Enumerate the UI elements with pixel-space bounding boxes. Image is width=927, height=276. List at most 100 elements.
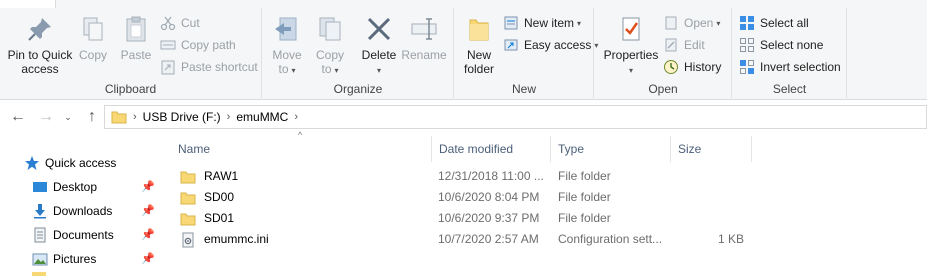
copy-path-label: Copy path — [181, 38, 236, 52]
rename-label: Rename — [401, 48, 447, 62]
copy-label: Copy — [78, 48, 107, 62]
column-header-name[interactable]: Name — [172, 136, 432, 162]
open-label: Open — [684, 16, 714, 30]
select-all-label: Select all — [760, 16, 809, 30]
file-name: emummc.ini — [204, 232, 269, 246]
up-arrow-icon[interactable]: ↑ — [82, 106, 102, 128]
star-icon — [25, 156, 39, 170]
select-all-icon — [740, 16, 754, 30]
breadcrumb-usb-drive[interactable]: USB Drive (F:) — [143, 110, 221, 124]
copy-button[interactable]: Copy — [76, 14, 110, 62]
invert-selection-button[interactable]: Invert selection — [739, 57, 841, 77]
move-to-button[interactable]: Move to ▾ — [269, 14, 305, 78]
delete-button[interactable]: Delete ▾ — [359, 14, 399, 78]
easy-access-icon — [504, 39, 518, 51]
open-icon — [665, 16, 677, 30]
pin-icon[interactable]: 📌 — [141, 228, 155, 241]
select-all-button[interactable]: Select all — [739, 13, 809, 33]
move-to-label: Move — [272, 48, 302, 62]
delete-caret-icon: ▾ — [376, 66, 381, 75]
breadcrumb-separator-icon: › — [294, 111, 299, 123]
recent-locations-chevron-icon[interactable]: ⌄ — [58, 106, 78, 128]
back-arrow-icon[interactable]: ← — [8, 106, 28, 128]
nav-item-label: Pictures — [53, 252, 97, 266]
breadcrumb-emummc[interactable]: emuMMC — [236, 110, 288, 124]
file-type: File folder — [558, 190, 611, 204]
copy-path-button[interactable]: Copy path — [160, 35, 236, 55]
pin-to-quick-access-button[interactable]: Pin to Quick access — [6, 14, 74, 76]
pin-label-line2: access — [21, 62, 59, 76]
breadcrumb-separator-icon: › — [133, 111, 137, 123]
copy-to-label-2: to — [321, 62, 332, 76]
pin-icon[interactable]: 📌 — [141, 252, 155, 265]
pin-icon[interactable]: 📌 — [141, 180, 155, 193]
file-row-sd00[interactable]: SD00 10/6/2020 8:04 PM File folder — [172, 187, 752, 208]
copy-to-button[interactable]: Copy to ▾ — [312, 14, 348, 78]
clipboard-icon — [126, 16, 146, 42]
new-item-caret-icon: ▾ — [577, 18, 582, 28]
file-size — [678, 187, 744, 208]
file-date: 12/31/2018 11:00 ... — [438, 169, 544, 183]
organize-group: Move to ▾ Copy to ▾ Delete ▾ Rename Orga… — [263, 8, 454, 98]
nav-item-documents[interactable]: Documents — [32, 224, 114, 246]
file-size: 1 KB — [717, 232, 744, 246]
file-type: File folder — [558, 169, 611, 183]
paste-shortcut-button[interactable]: Paste shortcut — [160, 57, 258, 77]
new-item-label: New item — [524, 16, 575, 30]
file-name: RAW1 — [204, 169, 239, 183]
folder-icon — [32, 272, 46, 276]
nav-item-desktop[interactable]: Desktop — [32, 176, 97, 198]
history-label: History — [684, 60, 722, 74]
scissors-icon — [160, 16, 176, 31]
properties-button[interactable]: Properties ▾ — [601, 14, 661, 78]
file-name: SD00 — [204, 190, 235, 204]
download-icon — [34, 204, 46, 219]
rename-button[interactable]: Rename — [401, 14, 447, 62]
paste-button[interactable]: Paste — [116, 14, 156, 62]
pin-icon[interactable]: 📌 — [141, 204, 155, 217]
column-header-size[interactable]: Size — [672, 136, 752, 162]
navigation-pane: Quick access Desktop 📌 Downloads 📌 Docum… — [0, 140, 160, 276]
forward-arrow-icon[interactable]: → — [36, 106, 56, 128]
cut-button[interactable]: Cut — [160, 13, 200, 33]
file-date: 10/6/2020 8:04 PM — [438, 190, 540, 204]
history-button[interactable]: History — [663, 57, 721, 77]
new-group-label: New — [511, 82, 536, 96]
easy-access-button[interactable]: Easy access ▾ — [503, 35, 598, 55]
open-button[interactable]: Open ▾ — [663, 13, 720, 33]
new-item-icon — [504, 16, 518, 30]
new-folder-label-2: folder — [463, 62, 495, 76]
file-name: SD01 — [204, 211, 235, 225]
copy-to-caret-icon: ▾ — [334, 66, 339, 75]
settings-file-icon — [182, 232, 194, 247]
pin-label-line1: Pin to Quick — [7, 48, 73, 62]
file-name-cell: SD00 — [180, 187, 234, 208]
file-row-raw1[interactable]: RAW1 12/31/2018 11:00 ... File folder — [172, 166, 752, 187]
paste-label: Paste — [120, 48, 152, 62]
new-item-button[interactable]: New item ▾ — [503, 13, 581, 33]
move-to-caret-icon: ▾ — [291, 66, 296, 75]
cut-label: Cut — [181, 16, 200, 30]
edit-button[interactable]: Edit — [663, 35, 705, 55]
new-folder-button[interactable]: New folder — [459, 14, 499, 76]
organize-group-label: Organize — [333, 82, 383, 96]
nav-item-label: Downloads — [53, 204, 113, 218]
invert-selection-icon — [740, 60, 754, 74]
column-header-type[interactable]: Type — [552, 136, 671, 162]
nav-item-quick-access[interactable]: Quick access — [24, 152, 116, 174]
nav-item-downloads[interactable]: Downloads — [32, 200, 112, 222]
easy-access-label: Easy access — [524, 38, 592, 52]
history-icon — [664, 60, 678, 74]
column-header-date-modified[interactable]: Date modified — [433, 136, 551, 162]
select-none-button[interactable]: Select none — [739, 35, 823, 55]
file-row-sd01[interactable]: SD01 10/6/2020 9:37 PM File folder — [172, 208, 752, 229]
nav-item-pictures[interactable]: Pictures — [32, 248, 96, 270]
file-date: 10/6/2020 9:37 PM — [438, 211, 540, 225]
folder-icon — [111, 111, 127, 124]
file-row-emummc-ini[interactable]: emummc.ini 10/7/2020 2:57 AM Configurati… — [172, 229, 752, 250]
copy-icon — [83, 17, 103, 41]
select-none-label: Select none — [760, 38, 824, 52]
select-none-icon — [740, 38, 754, 52]
address-bar[interactable]: › USB Drive (F:) › emuMMC › — [104, 105, 927, 129]
copy-to-icon — [319, 17, 341, 41]
